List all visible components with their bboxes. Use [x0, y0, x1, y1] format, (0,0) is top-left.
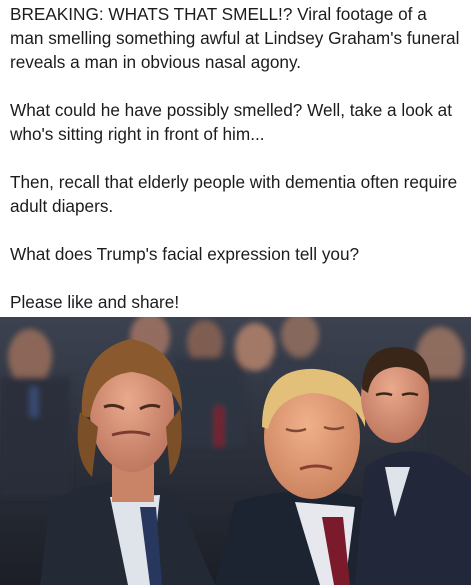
post-paragraph-headline: BREAKING: WHATS THAT SMELL!? Viral foota…	[10, 4, 460, 72]
post-paragraph-recall: Then, recall that elderly people with de…	[10, 172, 458, 216]
post-body: BREAKING: WHATS THAT SMELL!? Viral foota…	[10, 2, 462, 314]
post-paragraph-cta: Please like and share!	[10, 292, 180, 312]
post-photo[interactable]	[0, 317, 471, 585]
photo-illustration	[0, 317, 471, 585]
post-paragraph-question: What could he have possibly smelled? Wel…	[10, 100, 453, 144]
post-paragraph-expression: What does Trump's facial expression tell…	[10, 244, 360, 264]
